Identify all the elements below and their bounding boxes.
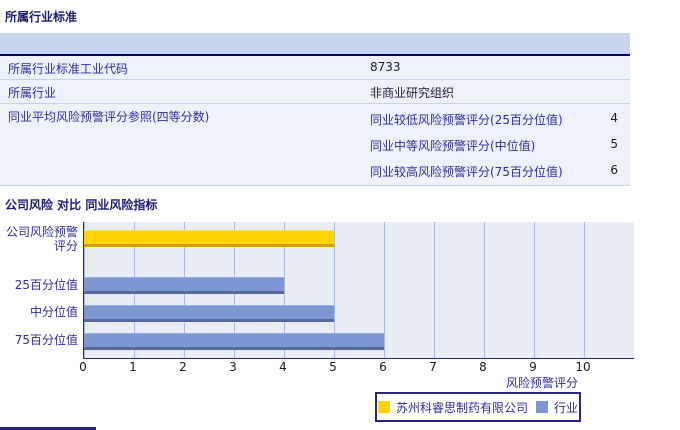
x-tick-label: 3 [229, 360, 237, 374]
category-label-p75: 75百分位值 [14, 333, 78, 347]
x-tick-label: 0 [79, 360, 87, 374]
peer-high-label: 同业较高风险预警评分(75百分位值) [370, 165, 563, 179]
legend-entry-industry: 行业 [536, 399, 578, 416]
x-tick-label: 9 [529, 360, 537, 374]
bar-p75 [84, 333, 384, 350]
bar-company-score [84, 230, 334, 247]
company-color-swatch-icon [377, 401, 390, 413]
x-tick-label: 2 [179, 360, 187, 374]
category-label-p25: 25百分位值 [14, 278, 78, 292]
x-tick-label: 8 [479, 360, 487, 374]
bar-chart-plot-area [83, 222, 634, 359]
x-tick-label: 4 [279, 360, 287, 374]
category-label-company-score: 公司风险预警评分 [5, 225, 78, 253]
table-row: 所属行业标准工业代码 8733 [0, 56, 630, 80]
list-item: 同业中等风险预警评分(中位值) 5 [370, 134, 622, 160]
table-header-bar [0, 33, 630, 56]
x-axis-ticks: 0 1 2 3 4 5 6 7 8 9 10 [79, 360, 643, 374]
bar-median [84, 305, 334, 322]
row-label-industry: 所属行业 [8, 86, 57, 100]
row-value-industry: 非商业研究组织 [370, 86, 455, 100]
legend-entry-company: 苏州科睿思制药有限公司 [377, 399, 528, 416]
peer-mid-value: 5 [610, 137, 618, 151]
row-label-peer-average: 同业平均风险预警评分参照(四等分数) [8, 110, 210, 124]
category-label-median: 中分位值 [29, 305, 78, 319]
peer-score-list: 同业较低风险预警评分(25百分位值) 4 同业中等风险预警评分(中位值) 5 同… [370, 108, 622, 186]
peer-high-value: 6 [610, 163, 618, 177]
x-tick-label: 10 [575, 360, 591, 374]
peer-low-value: 4 [610, 111, 618, 125]
chart-legend: 苏州科睿思制药有限公司 行业 [375, 392, 581, 422]
industry-section-title: 所属行业标准 [5, 10, 78, 24]
list-item: 同业较高风险预警评分(75百分位值) 6 [370, 160, 622, 186]
row-value-sic-code: 8733 [370, 60, 401, 74]
table-row-group: 同业平均风险预警评分参照(四等分数) 同业较低风险预警评分(25百分位值) 4 … [0, 104, 630, 186]
x-tick-label: 5 [329, 360, 337, 374]
x-tick-label: 1 [129, 360, 137, 374]
x-tick-label: 7 [429, 360, 437, 374]
peer-low-label: 同业较低风险预警评分(25百分位值) [370, 113, 563, 127]
x-axis-title: 风险预警评分 [505, 376, 578, 390]
legend-industry-label: 行业 [554, 400, 579, 415]
list-item: 同业较低风险预警评分(25百分位值) 4 [370, 108, 622, 134]
report-page: 所属行业标准 所属行业标准工业代码 8733 所属行业 非商业研究组织 同业平均… [0, 0, 680, 430]
comparison-section-title: 公司风险 对比 同业风险指标 [5, 198, 158, 212]
bar-p25 [84, 277, 284, 294]
row-label-sic-code: 所属行业标准工业代码 [8, 62, 129, 76]
industry-color-swatch-icon [536, 401, 548, 413]
x-tick-label: 6 [379, 360, 387, 374]
peer-mid-label: 同业中等风险预警评分(中位值) [370, 139, 536, 153]
table-row: 所属行业 非商业研究组织 [0, 80, 630, 104]
legend-company-label: 苏州科睿思制药有限公司 [395, 400, 528, 415]
